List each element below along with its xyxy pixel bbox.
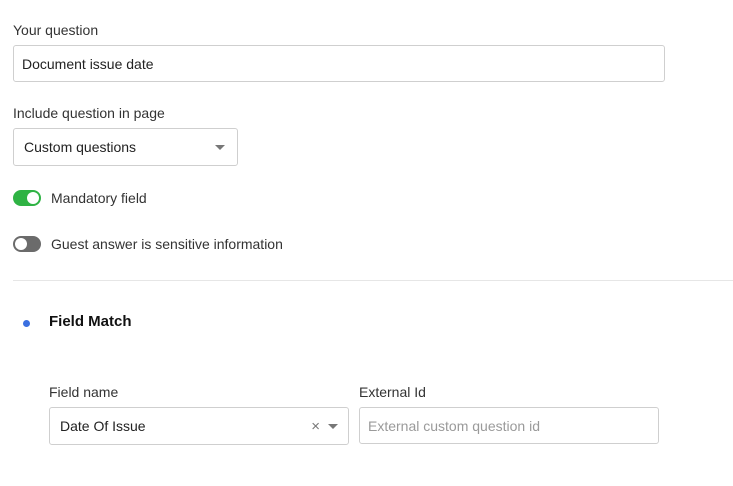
toggle-knob — [15, 238, 27, 250]
sensitive-toggle[interactable] — [13, 236, 41, 252]
question-editor: Your question Include question in page C… — [0, 0, 733, 486]
section-divider — [13, 280, 733, 281]
sensitive-label: Guest answer is sensitive information — [51, 236, 283, 252]
chevron-down-icon — [215, 144, 225, 150]
mandatory-toggle-row: Mandatory field — [13, 190, 147, 206]
field-name-select[interactable]: Date Of Issue × — [49, 407, 349, 445]
external-id-input[interactable] — [359, 407, 659, 444]
external-id-label: External Id — [359, 384, 426, 400]
include-page-select[interactable]: Custom questions — [13, 128, 238, 166]
question-input[interactable] — [13, 45, 665, 82]
include-page-label: Include question in page — [13, 105, 165, 121]
chevron-down-icon — [328, 423, 338, 429]
mandatory-toggle[interactable] — [13, 190, 41, 206]
field-name-label: Field name — [49, 384, 119, 400]
mandatory-label: Mandatory field — [51, 190, 147, 206]
include-page-selected: Custom questions — [24, 139, 137, 155]
field-name-selected: Date Of Issue — [60, 418, 146, 434]
field-match-title: Field Match — [49, 313, 132, 330]
clear-icon[interactable]: × — [311, 419, 320, 434]
question-label: Your question — [13, 22, 99, 38]
bullet-dot-icon — [23, 320, 30, 327]
toggle-knob — [27, 192, 39, 204]
sensitive-toggle-row: Guest answer is sensitive information — [13, 236, 283, 252]
